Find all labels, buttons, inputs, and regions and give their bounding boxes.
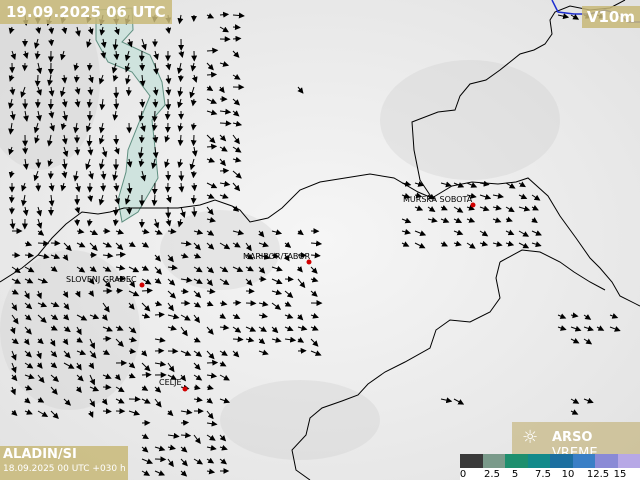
wind-arrow (206, 47, 219, 54)
city-label: CELJE (159, 378, 182, 387)
legend-swatch (572, 454, 595, 468)
legend-colorbar (460, 454, 640, 468)
wind-arrow (48, 38, 55, 47)
arso-logo[interactable]: ☼ ARSO VREME (512, 422, 640, 461)
wind-arrow (178, 170, 185, 182)
legend-label: 12.5 (586, 469, 610, 480)
wind-arrow (232, 24, 241, 31)
wind-arrow (206, 143, 218, 150)
legend-swatch (460, 454, 483, 468)
wind-arrow (35, 182, 42, 192)
legend-label: 7.5 (535, 469, 551, 480)
wind-arrow (113, 98, 120, 110)
wind-arrow (139, 98, 146, 108)
wind-arrow (219, 120, 232, 127)
wind-arrow (126, 206, 133, 215)
city-label: SLOVENJ GRADEC (66, 275, 137, 284)
wind-arrow (191, 206, 198, 218)
wind-arrow (74, 218, 81, 227)
wind-arrow (164, 110, 171, 121)
wind-arrow (8, 194, 15, 204)
wind-arrow (219, 11, 230, 18)
legend-label: 2.5 (484, 469, 500, 480)
wind-speed-legend: 0 2.5 5 7.5 10 12.5 15 (460, 454, 640, 480)
wind-arrow (177, 74, 184, 83)
parameter-label: V10m (581, 6, 640, 28)
wind-arrow (190, 134, 197, 147)
wind-arrow (206, 71, 218, 78)
city-label: MARIBOR/TABOR (243, 252, 311, 261)
wind-arrow (37, 240, 50, 247)
wind-arrow (22, 146, 29, 155)
wind-arrow (115, 251, 126, 258)
city-label: MURSKA SOBOTA (403, 195, 473, 204)
model-info: ALADIN/SI 18.09.2025 00 UTC +030 h (0, 446, 128, 480)
valid-time-label: 19.09.2025 06 UTC (0, 0, 172, 24)
wind-arrow (190, 194, 197, 205)
legend-label: 10 (561, 469, 575, 480)
wind-arrow (232, 336, 244, 343)
wind-arrow (115, 287, 124, 294)
sun-icon: ☼ (522, 427, 539, 448)
wind-arrow (154, 311, 165, 318)
wind-arrow (24, 252, 35, 259)
wind-arrow (180, 419, 190, 426)
wind-arrow (35, 158, 42, 169)
city-marker[interactable] (139, 282, 145, 288)
wind-arrow (165, 170, 172, 181)
wind-arrow (73, 74, 80, 83)
model-name: ALADIN/SI (3, 447, 77, 462)
wind-arrow (141, 287, 153, 294)
legend-label: 15 (613, 469, 627, 480)
legend-swatch (617, 454, 640, 468)
wind-arrow (191, 182, 198, 192)
wind-arrow (190, 170, 197, 179)
wind-arrow (34, 74, 41, 87)
wind-arrow (206, 359, 219, 366)
wind-map: MURSKA SOBOTA MARIBOR/TABOR SLOVENJ GRADEC… (0, 0, 640, 480)
legend-swatch (595, 454, 618, 468)
wind-arrow (151, 110, 158, 123)
wind-arrow (232, 35, 242, 42)
legend-label: 5 (511, 469, 519, 480)
legend-swatch (550, 454, 573, 468)
legend-swatch (482, 454, 505, 468)
wind-arrow (47, 170, 54, 180)
legend-label: 0 (459, 469, 467, 480)
wind-arrow (102, 335, 112, 342)
wind-arrow (180, 432, 192, 439)
wind-arrow (102, 408, 112, 415)
legend-swatch (527, 454, 550, 468)
city-marker[interactable] (182, 386, 188, 392)
legend-swatch (505, 454, 528, 468)
wind-arrow (86, 62, 93, 71)
model-run: 18.09.2025 00 UTC +030 h (3, 464, 126, 474)
